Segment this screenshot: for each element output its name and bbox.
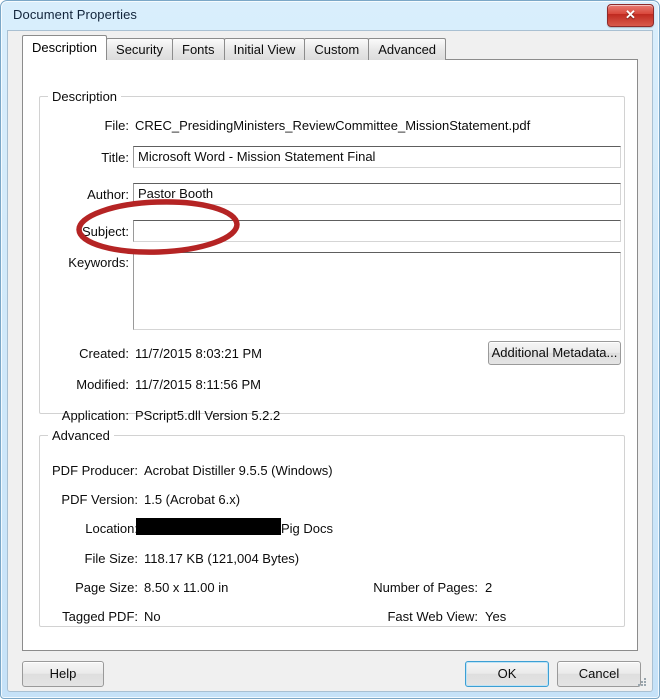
pdf-version-label: PDF Version: bbox=[61, 492, 138, 507]
tagged-pdf-value: No bbox=[144, 609, 161, 624]
pdf-producer-value: Acrobat Distiller 9.5.5 (Windows) bbox=[144, 463, 333, 478]
file-label: File: bbox=[104, 118, 129, 133]
keywords-label: Keywords: bbox=[68, 255, 129, 270]
file-size-value: 118.17 KB (121,004 Bytes) bbox=[144, 551, 300, 566]
page-size-value: 8.50 x 11.00 in bbox=[144, 580, 229, 595]
tab-description[interactable]: Description bbox=[22, 35, 108, 60]
created-label: Created: bbox=[79, 346, 129, 361]
close-button[interactable]: ✕ bbox=[607, 4, 654, 27]
ok-button[interactable]: OK bbox=[465, 661, 549, 687]
fast-web-view-value: Yes bbox=[485, 609, 507, 624]
application-value: PScript5.dll Version 5.2.2 bbox=[135, 408, 281, 423]
tab-security[interactable]: Security bbox=[106, 38, 173, 60]
location-value: Pig Docs bbox=[281, 521, 334, 536]
location-label: Location: bbox=[85, 521, 138, 536]
subject-input[interactable] bbox=[133, 220, 621, 242]
additional-metadata-button[interactable]: Additional Metadata... bbox=[488, 341, 621, 365]
number-of-pages-value: 2 bbox=[485, 580, 493, 595]
description-group-title: Description bbox=[48, 89, 122, 104]
created-value: 11/7/2015 8:03:21 PM bbox=[135, 346, 262, 361]
file-value: CREC_PresidingMinisters_ReviewCommittee_… bbox=[135, 118, 531, 133]
number-of-pages-label: Number of Pages: bbox=[373, 580, 478, 595]
document-properties-window: Document Properties ✕ Description Securi… bbox=[0, 0, 660, 699]
cancel-button[interactable]: Cancel bbox=[557, 661, 641, 687]
location-redaction-bar bbox=[136, 518, 281, 535]
pdf-version-value: 1.5 (Acrobat 6.x) bbox=[144, 492, 241, 507]
title-bar[interactable]: Document Properties ✕ bbox=[1, 1, 659, 30]
tab-custom[interactable]: Custom bbox=[304, 38, 370, 60]
resize-grip-icon[interactable] bbox=[636, 676, 648, 688]
description-tab-panel: Description File: CREC_PresidingMinister… bbox=[22, 59, 638, 651]
title-label: Title: bbox=[101, 150, 129, 165]
modified-label: Modified: bbox=[76, 377, 129, 392]
keywords-input[interactable] bbox=[133, 252, 621, 330]
fast-web-view-label: Fast Web View: bbox=[387, 609, 478, 624]
subject-label: Subject: bbox=[82, 224, 129, 239]
dialog-client-area: Description Security Fonts Initial View … bbox=[7, 30, 653, 692]
tab-advanced[interactable]: Advanced bbox=[368, 38, 447, 60]
pdf-producer-label: PDF Producer: bbox=[52, 463, 138, 478]
close-icon: ✕ bbox=[625, 7, 636, 22]
window-title: Document Properties bbox=[13, 7, 138, 22]
author-label: Author: bbox=[87, 187, 129, 202]
application-label: Application: bbox=[61, 408, 129, 423]
tab-initial-view[interactable]: Initial View bbox=[223, 38, 306, 60]
page-size-label: Page Size: bbox=[75, 580, 138, 595]
advanced-group-title: Advanced bbox=[48, 428, 114, 443]
author-input[interactable]: Pastor Booth bbox=[133, 183, 621, 205]
modified-value: 11/7/2015 8:11:56 PM bbox=[135, 377, 262, 392]
file-size-label: File Size: bbox=[84, 551, 138, 566]
tab-fonts[interactable]: Fonts bbox=[172, 38, 225, 60]
help-button[interactable]: Help bbox=[22, 661, 104, 687]
tab-strip: Description Security Fonts Initial View … bbox=[22, 35, 447, 60]
tagged-pdf-label: Tagged PDF: bbox=[62, 609, 138, 624]
title-input[interactable]: Microsoft Word - Mission Statement Final bbox=[133, 146, 621, 168]
